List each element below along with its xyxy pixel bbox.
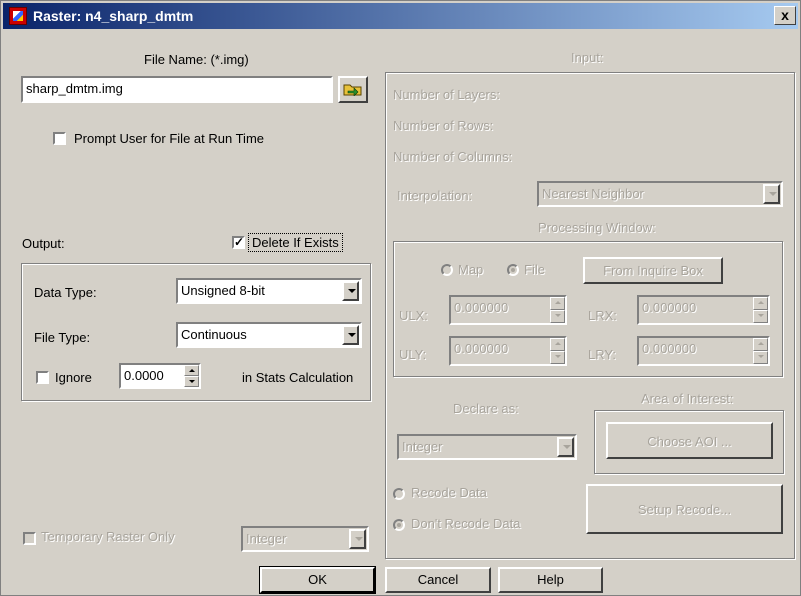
cancel-button[interactable]: Cancel [385, 567, 491, 593]
setup-recode-button[interactable]: Setup Recode... [586, 484, 783, 534]
temp-raster-checkbox[interactable] [23, 532, 36, 545]
file-name-input[interactable]: sharp_dmtm.img [21, 76, 333, 103]
help-label: Help [537, 572, 564, 587]
delete-if-exists-label: Delete If Exists [248, 233, 343, 252]
setup-recode-label: Setup Recode... [637, 502, 732, 517]
lrx-input[interactable]: 0.000000 [637, 295, 770, 325]
file-type-value: Continuous [181, 327, 247, 342]
interpolation-value: Nearest Neighbor [542, 186, 644, 201]
lry-input[interactable]: 0.000000 [637, 336, 770, 366]
uly-spinner[interactable] [550, 338, 565, 364]
layers-label: Number of Layers: [393, 87, 500, 102]
lrx-value: 0.000000 [642, 300, 697, 315]
delete-if-exists-checkbox[interactable]: ✓ [232, 236, 245, 249]
cancel-label: Cancel [417, 572, 459, 587]
chevron-down-icon[interactable] [763, 184, 780, 204]
file-label: File [524, 262, 545, 277]
interpolation-label: Interpolation: [397, 188, 473, 203]
file-type-select[interactable]: Continuous [176, 322, 362, 348]
recode-data-label: Recode Data [411, 485, 487, 500]
output-label: Output: [22, 236, 65, 251]
area-of-interest-label: Area of Interest: [641, 391, 734, 406]
input-label: Input: [571, 50, 604, 65]
help-button[interactable]: Help [498, 567, 603, 593]
file-name-value: sharp_dmtm.img [26, 81, 123, 96]
declare-as-label: Declare as: [453, 401, 519, 416]
recode-data-radio[interactable] [393, 488, 405, 500]
open-folder-icon [343, 84, 362, 97]
choose-aoi-button[interactable]: Choose AOI ... [606, 422, 773, 459]
data-type-label: Data Type: [34, 285, 97, 300]
lrx-spinner[interactable] [753, 297, 768, 323]
data-type-value: Unsigned 8-bit [181, 283, 265, 298]
lry-spinner[interactable] [753, 338, 768, 364]
interpolation-select[interactable]: Nearest Neighbor [537, 181, 783, 207]
open-file-button[interactable] [338, 76, 368, 103]
ignore-value-input[interactable]: 0.0000 [119, 363, 201, 389]
lry-label: LRY: [588, 347, 616, 362]
ignore-value: 0.0000 [124, 368, 164, 383]
chevron-down-icon[interactable] [349, 529, 366, 549]
ok-label: OK [308, 572, 327, 587]
file-type-label: File Type: [34, 330, 91, 345]
file-radio[interactable] [507, 264, 519, 276]
declare-as-select[interactable]: Integer [397, 434, 577, 460]
uly-value: 0.000000 [454, 341, 509, 356]
temp-raster-value: Integer [246, 531, 287, 546]
ignore-checkbox[interactable] [36, 371, 49, 384]
from-inquire-box-label: From Inquire Box [603, 263, 703, 278]
chevron-down-icon[interactable] [342, 281, 359, 301]
lry-value: 0.000000 [642, 341, 697, 356]
title-bar[interactable]: Raster: n4_sharp_dmtm x [3, 3, 798, 29]
uly-label: ULY: [399, 347, 427, 362]
raster-dialog: Raster: n4_sharp_dmtm x File Name: (*.im… [0, 0, 801, 596]
chevron-down-icon[interactable] [342, 325, 359, 345]
columns-label: Number of Columns: [393, 149, 513, 164]
map-label: Map [458, 262, 484, 277]
map-radio[interactable] [441, 264, 453, 276]
ulx-input[interactable]: 0.000000 [449, 295, 567, 325]
from-inquire-box-button[interactable]: From Inquire Box [583, 257, 723, 284]
prompt-checkbox[interactable] [53, 132, 66, 145]
choose-aoi-label: Choose AOI ... [647, 434, 732, 449]
stats-label: in Stats Calculation [242, 370, 354, 385]
temp-raster-label: Temporary Raster Only [41, 529, 175, 544]
ignore-label: Ignore [55, 370, 92, 385]
ulx-value: 0.000000 [454, 300, 509, 315]
uly-input[interactable]: 0.000000 [449, 336, 567, 366]
window-title: Raster: n4_sharp_dmtm [33, 8, 194, 24]
processing-window-label: Processing Window: [538, 220, 656, 235]
lrx-label: LRX: [588, 308, 617, 323]
dont-recode-data-radio[interactable] [393, 519, 405, 531]
dont-recode-data-label: Don't Recode Data [411, 516, 521, 531]
ulx-spinner[interactable] [550, 297, 565, 323]
ulx-label: ULX: [399, 308, 428, 323]
declare-as-value: Integer [402, 439, 443, 454]
chevron-down-icon[interactable] [557, 437, 574, 457]
file-name-label: File Name: (*.img) [144, 52, 249, 67]
close-button[interactable]: x [774, 6, 796, 25]
rows-label: Number of Rows: [393, 118, 494, 133]
app-icon [9, 7, 27, 25]
prompt-label: Prompt User for File at Run Time [74, 131, 264, 146]
data-type-select[interactable]: Unsigned 8-bit [176, 278, 362, 304]
temp-raster-select[interactable]: Integer [241, 526, 369, 552]
ok-button[interactable]: OK [259, 566, 376, 594]
ignore-spinner[interactable] [184, 365, 199, 387]
